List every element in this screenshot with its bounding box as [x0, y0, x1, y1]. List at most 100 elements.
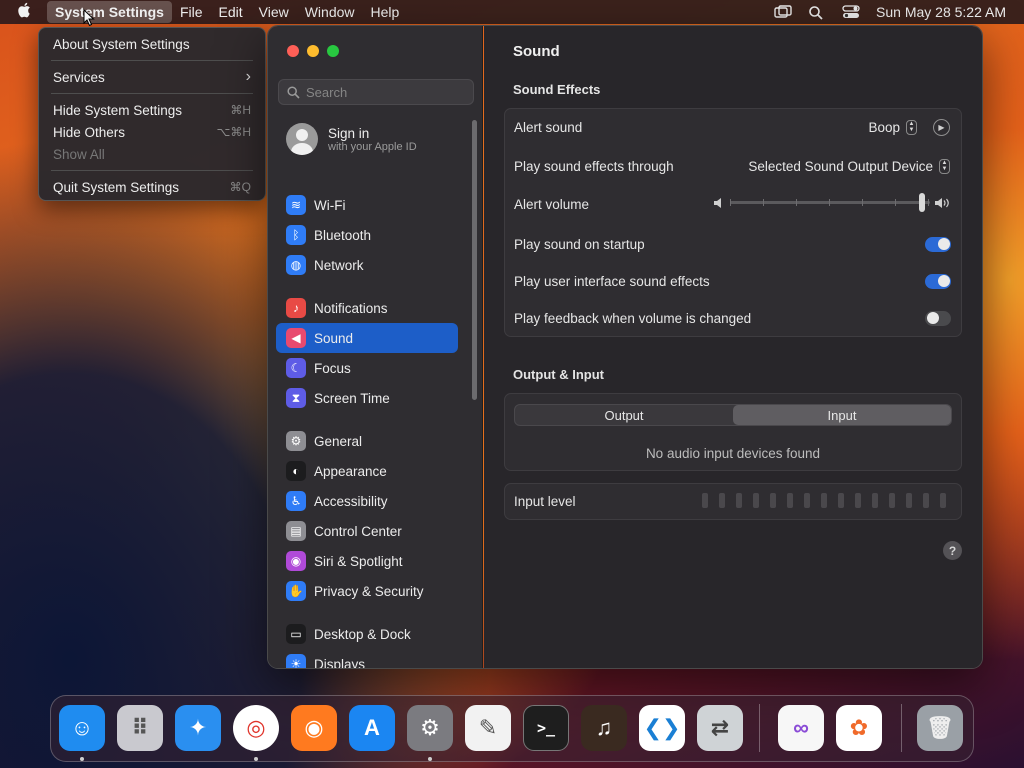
- menu-item-quit[interactable]: Quit System Settings ⌘Q: [39, 176, 265, 198]
- ui-sounds-toggle[interactable]: [925, 273, 951, 289]
- menu-item-about[interactable]: About System Settings: [39, 33, 265, 55]
- menu-item-hide[interactable]: Hide System Settings ⌘H: [39, 99, 265, 121]
- sidebar-item-screen-time[interactable]: ⧗ Screen Time: [276, 383, 458, 413]
- firefox-icon[interactable]: ◉: [291, 705, 337, 751]
- spotlight-search-icon[interactable]: [808, 5, 826, 20]
- appearance-icon: ◐: [286, 461, 306, 481]
- volume-low-icon: [713, 197, 724, 212]
- close-window-button[interactable]: [287, 45, 299, 57]
- level-segment: [923, 493, 929, 508]
- zoom-window-button[interactable]: [327, 45, 339, 57]
- photos-icon[interactable]: ✿: [836, 705, 882, 751]
- sidebar-item-displays[interactable]: ☀ Displays: [276, 649, 458, 668]
- running-indicator: [80, 757, 84, 761]
- level-segment: [804, 493, 810, 508]
- sidebar-search[interactable]: [278, 79, 474, 105]
- search-icon: [287, 85, 300, 99]
- sidebar-item-bluetooth[interactable]: ᛒ Bluetooth: [276, 220, 458, 250]
- section-sound-effects: Sound Effects: [513, 82, 601, 97]
- alert-sound-label: Alert sound: [514, 119, 583, 135]
- sidebar-item-control-center[interactable]: ▤ Control Center: [276, 516, 458, 546]
- level-segment: [889, 493, 895, 508]
- safari-icon[interactable]: ✦: [175, 705, 221, 751]
- startup-sound-toggle[interactable]: [925, 236, 951, 252]
- menu-item-label: Quit System Settings: [53, 179, 180, 195]
- sidebar-item-label: Wi-Fi: [314, 197, 346, 213]
- sidebar-item-wi-fi[interactable]: ≋ Wi-Fi: [276, 190, 458, 220]
- play-through-value: Selected Sound Output Device: [748, 158, 933, 174]
- finder-icon[interactable]: ☺: [59, 705, 105, 751]
- avatar-icon: [286, 123, 318, 155]
- control-center-icon[interactable]: [842, 5, 860, 19]
- sidebar-item-sound[interactable]: ◀ Sound: [276, 323, 458, 353]
- alert-sound-popup[interactable]: Boop ▲ ▼ ▶: [868, 118, 950, 136]
- appstore-icon[interactable]: A: [349, 705, 395, 751]
- menu-view[interactable]: View: [251, 1, 297, 23]
- vscode-icon[interactable]: ❮❯: [639, 705, 685, 751]
- apple-menu-icon[interactable]: [17, 2, 39, 23]
- trash-icon[interactable]: 🗑: [917, 705, 963, 751]
- dock-divider: [901, 704, 902, 752]
- sidebar-item-siri-spotlight[interactable]: ◉ Siri & Spotlight: [276, 546, 458, 576]
- sidebar-item-desktop-dock[interactable]: ▭ Desktop & Dock: [276, 619, 458, 649]
- menu-help[interactable]: Help: [363, 1, 408, 23]
- visualstudio-icon[interactable]: ∞: [778, 705, 824, 751]
- app-menu-dropdown: About System Settings Services › Hide Sys…: [38, 27, 266, 201]
- output-input-group: Output Input No audio input devices foun…: [504, 393, 962, 471]
- play-through-row: Play sound effects through Selected Soun…: [505, 148, 961, 184]
- settings-icon[interactable]: ⚙: [407, 705, 453, 751]
- launchpad-icon[interactable]: ⠿: [117, 705, 163, 751]
- network-icon: ◍: [286, 255, 306, 275]
- dock-icon: ▭: [286, 624, 306, 644]
- level-segment: [736, 493, 742, 508]
- running-indicator: [428, 757, 432, 761]
- sidebar-item-label: Screen Time: [314, 390, 390, 406]
- menu-app-name[interactable]: System Settings: [47, 1, 172, 23]
- slider-tick: [763, 199, 764, 206]
- menu-item-hide-others[interactable]: Hide Others ⌥⌘H: [39, 121, 265, 143]
- menu-edit[interactable]: Edit: [211, 1, 251, 23]
- sidebar-scrollbar[interactable]: [472, 120, 477, 400]
- sidebar-item-accessibility[interactable]: ♿ Accessibility: [276, 486, 458, 516]
- alert-sound-row: Alert sound Boop ▲ ▼ ▶: [505, 109, 961, 145]
- level-segment: [702, 493, 708, 508]
- sidebar-item-network[interactable]: ◍ Network: [276, 250, 458, 280]
- sidebar-item-focus[interactable]: ☾ Focus: [276, 353, 458, 383]
- garageband-icon[interactable]: ♫: [581, 705, 627, 751]
- sun-icon: ☀: [286, 654, 306, 668]
- menu-separator: [51, 93, 253, 94]
- level-segment: [940, 493, 946, 508]
- tab-input[interactable]: Input: [733, 405, 951, 425]
- apple-id-signin[interactable]: Sign in with your Apple ID: [286, 123, 417, 155]
- alert-volume-slider[interactable]: [730, 193, 930, 212]
- sidebar-item-privacy-security[interactable]: ✋ Privacy & Security: [276, 576, 458, 606]
- menu-item-services[interactable]: Services ›: [39, 66, 265, 88]
- menu-window[interactable]: Window: [297, 1, 363, 23]
- textedit-icon[interactable]: ✎: [465, 705, 511, 751]
- search-input[interactable]: [306, 84, 466, 100]
- chrome-icon[interactable]: ◎: [233, 705, 279, 751]
- bell-icon: ♪: [286, 298, 306, 318]
- sidebar-item-label: Bluetooth: [314, 227, 372, 243]
- menu-file[interactable]: File: [172, 1, 211, 23]
- screen-mirroring-icon[interactable]: [774, 5, 792, 19]
- volume-slider-knob[interactable]: [919, 193, 925, 212]
- tab-output[interactable]: Output: [515, 405, 733, 425]
- window-controls: [287, 45, 339, 57]
- help-button[interactable]: ?: [943, 541, 962, 560]
- sidebar-item-general[interactable]: ⚙ General: [276, 426, 458, 456]
- volume-feedback-toggle[interactable]: [925, 310, 951, 326]
- ui-sounds-label: Play user interface sound effects: [514, 273, 710, 289]
- sound-effects-group: Alert sound Boop ▲ ▼ ▶ Play sound effects…: [504, 108, 962, 337]
- menu-clock[interactable]: Sun May 28 5:22 AM: [876, 4, 1006, 20]
- minimize-window-button[interactable]: [307, 45, 319, 57]
- sidebar-item-appearance[interactable]: ◐ Appearance: [276, 456, 458, 486]
- play-alert-button[interactable]: ▶: [933, 118, 950, 136]
- level-segment: [719, 493, 725, 508]
- play-through-popup[interactable]: Selected Sound Output Device ▲ ▼: [748, 158, 950, 174]
- sidebar-item-notifications[interactable]: ♪ Notifications: [276, 293, 458, 323]
- terminal-icon[interactable]: >_: [523, 705, 569, 751]
- shortcut-label: ⌥⌘H: [216, 125, 252, 139]
- migration-icon[interactable]: ⇄: [697, 705, 743, 751]
- slider-tick: [730, 199, 731, 206]
